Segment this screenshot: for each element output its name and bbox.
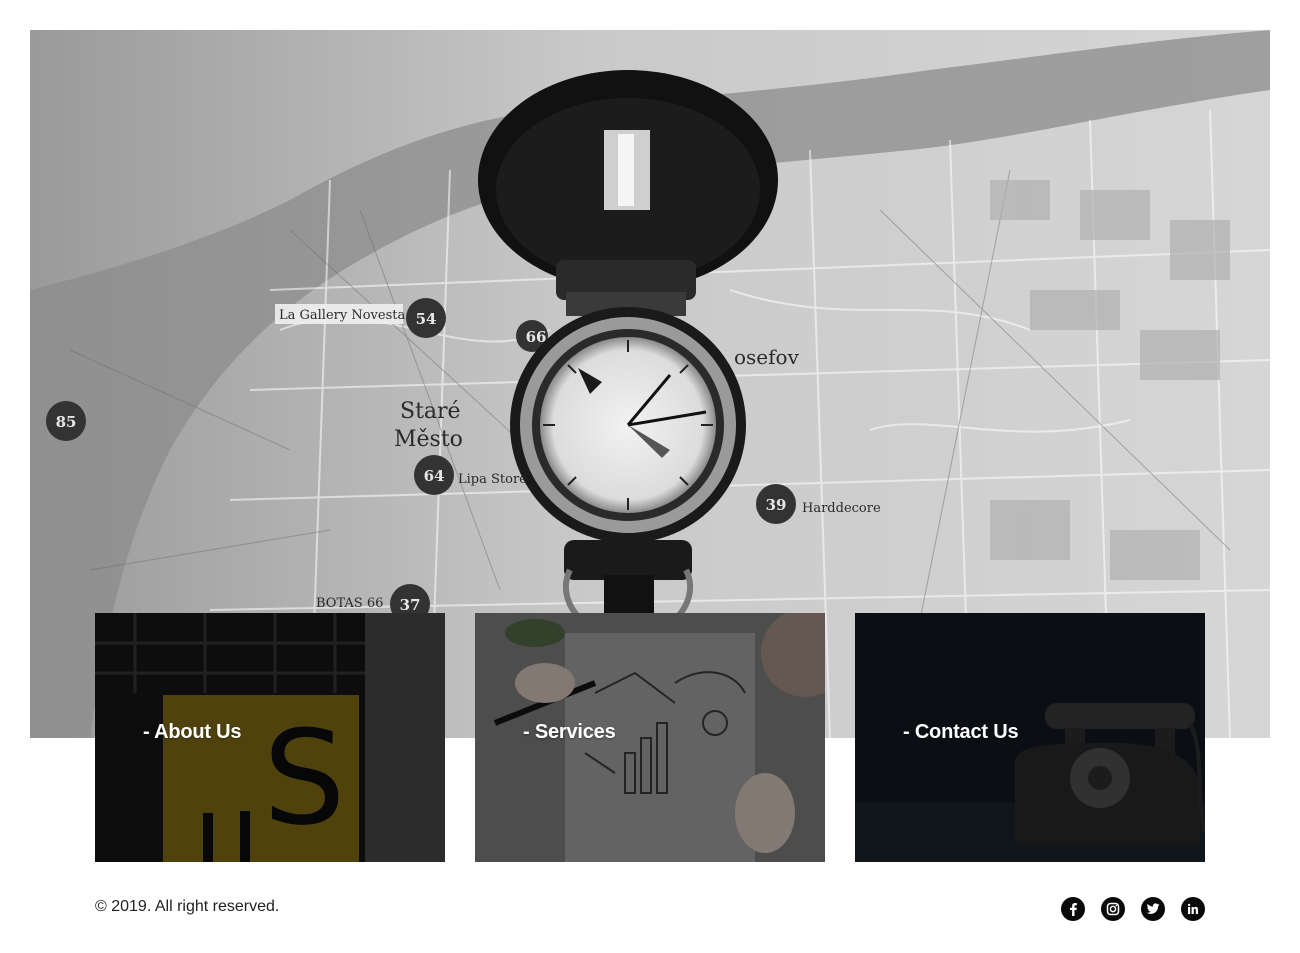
page: La Gallery Novesta Staré Město Lipa Stor…	[0, 0, 1300, 953]
map-label-josefov: osefov	[734, 345, 800, 369]
about-us-title[interactable]: - About Us	[143, 721, 242, 744]
card-services[interactable]: - Services	[475, 613, 825, 862]
map-label-harddecore: Harddecore	[802, 501, 881, 516]
contact-us-title[interactable]: - Contact Us	[903, 721, 1019, 744]
card-about-us[interactable]: S - About Us	[95, 613, 445, 862]
social-links	[1061, 897, 1205, 921]
map-label-gallery: La Gallery Novesta	[279, 308, 405, 323]
twitter-icon[interactable]	[1141, 897, 1165, 921]
linkedin-icon[interactable]	[1181, 897, 1205, 921]
instagram-icon[interactable]	[1101, 897, 1125, 921]
map-label-stare: Staré	[400, 399, 461, 424]
marker-64: 64	[424, 467, 445, 485]
facebook-icon[interactable]	[1061, 897, 1085, 921]
marker-39: 39	[766, 496, 787, 514]
copyright-text: © 2019. All right reserved.	[95, 898, 280, 915]
map-label-lipa: Lipa Store	[458, 472, 527, 487]
marker-37: 37	[400, 596, 421, 614]
marker-85: 85	[56, 413, 77, 431]
map-label-mesto: Město	[394, 427, 463, 452]
map-label-botas: BOTAS 66	[316, 596, 383, 611]
marker-54: 54	[416, 310, 437, 328]
services-title[interactable]: - Services	[523, 721, 616, 744]
card-contact-us[interactable]: - Contact Us	[855, 613, 1205, 862]
